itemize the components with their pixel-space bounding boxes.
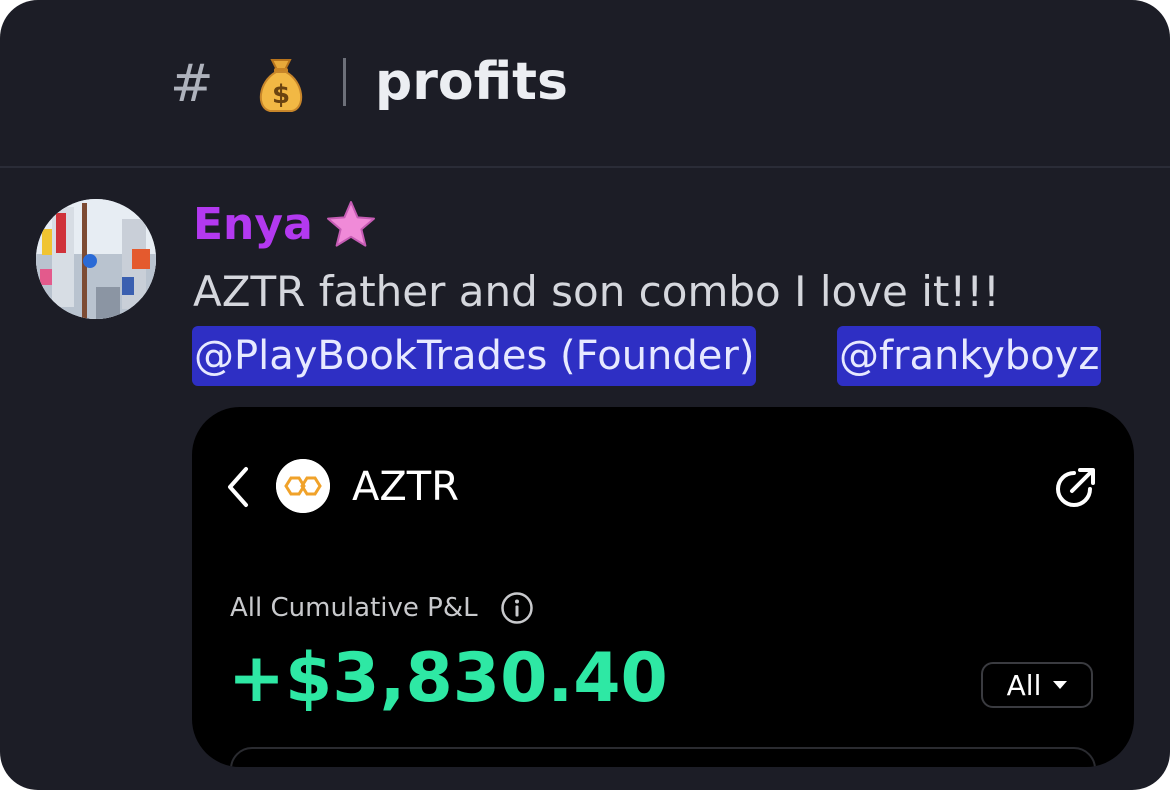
- embed-lower-card: [230, 747, 1096, 767]
- token-logo-icon: [276, 459, 330, 513]
- avatar[interactable]: [36, 199, 156, 319]
- cumulative-pnl-value: +$3,830.40: [228, 639, 668, 718]
- caret-down-icon: [1053, 681, 1068, 689]
- svg-text:$: $: [272, 80, 290, 110]
- trade-screenshot-embed[interactable]: AZTR All Cumulative P&L +$3,830.40 All: [192, 407, 1134, 767]
- discord-message-screenshot: # $ profits Enya AZTR father and son com…: [0, 0, 1170, 790]
- mention-frankyboyz[interactable]: @frankyboyz: [837, 326, 1102, 386]
- message-text: AZTR father and son combo I love it!!!: [193, 267, 1000, 316]
- city-street-avatar: [36, 199, 156, 319]
- info-icon[interactable]: [500, 591, 534, 625]
- hash-icon: #: [170, 54, 214, 114]
- pnl-label-text: All Cumulative P&L: [230, 593, 478, 623]
- star-icon: [326, 201, 375, 247]
- author-name: Enya: [193, 199, 313, 250]
- channel-header: # $ profits: [0, 0, 1170, 168]
- time-range-dropdown[interactable]: All: [981, 662, 1093, 708]
- mention-playbooktrades[interactable]: @PlayBookTrades (Founder): [192, 326, 757, 386]
- message-author[interactable]: Enya: [193, 195, 377, 255]
- header-divider: [343, 58, 346, 106]
- time-range-selected: All: [1006, 668, 1042, 702]
- pnl-label: All Cumulative P&L: [230, 590, 534, 626]
- chevron-left-icon[interactable]: [222, 463, 252, 511]
- money-bag-icon: $: [260, 59, 302, 112]
- ticker-symbol: AZTR: [352, 464, 459, 510]
- channel-name: profits: [375, 52, 568, 112]
- share-icon[interactable]: [1052, 463, 1100, 511]
